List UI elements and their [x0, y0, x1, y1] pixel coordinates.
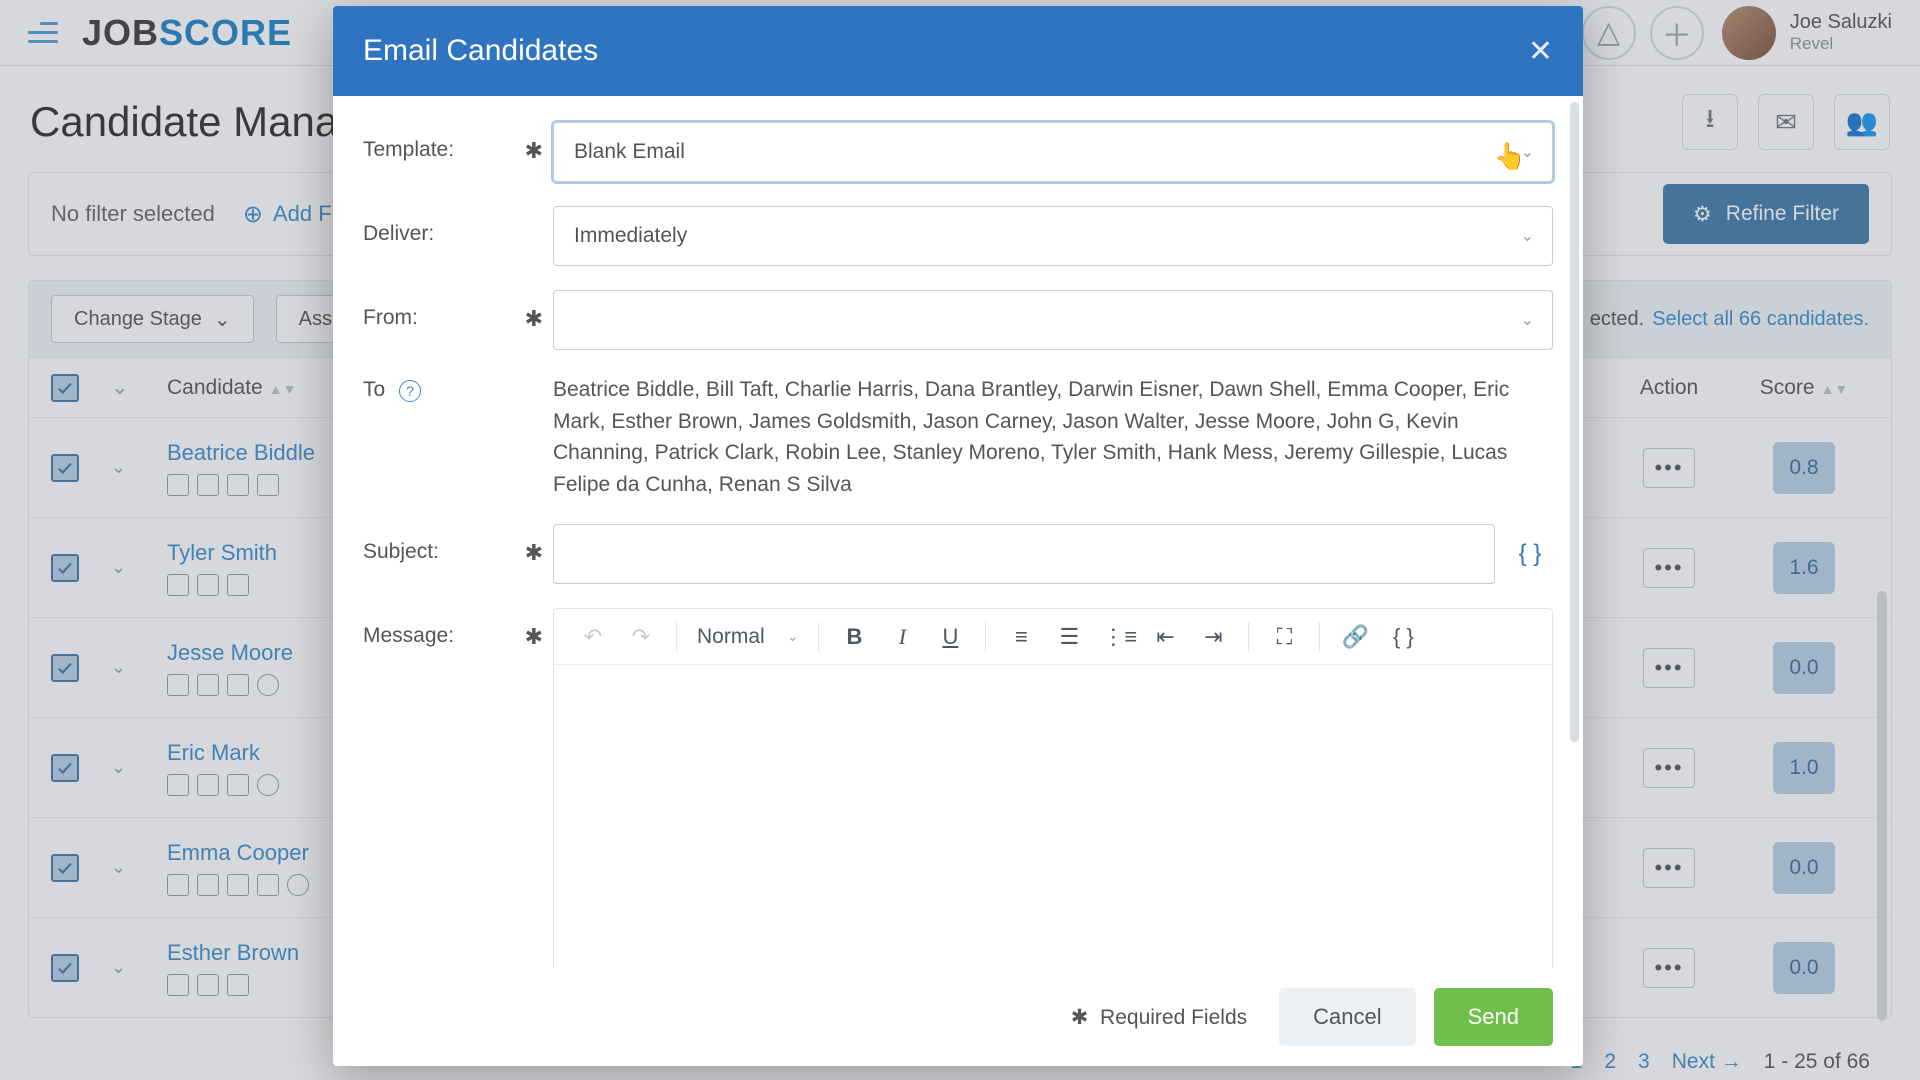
- chevron-down-icon: ⌄: [1521, 226, 1534, 246]
- underline-icon[interactable]: U: [935, 624, 965, 650]
- field-template: Template: ✱ Blank Email ⌄ 👆: [363, 122, 1553, 182]
- outdent-icon[interactable]: ⇤: [1150, 624, 1180, 650]
- deliver-value: Immediately: [574, 224, 687, 248]
- required-icon: ✱: [525, 306, 543, 332]
- insert-variable-icon[interactable]: { }: [1507, 531, 1553, 577]
- close-icon[interactable]: ✕: [1528, 34, 1553, 69]
- field-subject: Subject: ✱ { }: [363, 524, 1553, 584]
- undo-icon[interactable]: ↶: [578, 624, 608, 650]
- field-to: To ? Beatrice Biddle, Bill Taft, Charlie…: [363, 374, 1553, 500]
- italic-icon[interactable]: I: [887, 624, 917, 650]
- modal-header: Email Candidates ✕: [333, 6, 1583, 96]
- field-deliver: Deliver: Immediately ⌄: [363, 206, 1553, 266]
- field-from: From: ✱ ⌄: [363, 290, 1553, 350]
- modal-title: Email Candidates: [363, 34, 598, 68]
- template-value: Blank Email: [574, 140, 685, 164]
- redo-icon[interactable]: ↷: [626, 624, 656, 650]
- label-to: To: [363, 378, 385, 401]
- email-candidates-modal: Email Candidates ✕ Template: ✱ Blank Emai…: [333, 6, 1583, 1066]
- link-icon[interactable]: 🔗: [1340, 624, 1370, 650]
- from-select[interactable]: ⌄: [553, 290, 1553, 350]
- chevron-down-icon: ⌄: [1521, 310, 1534, 330]
- label-template: Template:: [363, 138, 454, 161]
- required-icon: ✱: [525, 138, 543, 164]
- chevron-down-icon: ⌄: [787, 628, 799, 645]
- help-icon[interactable]: ?: [399, 380, 421, 402]
- field-message: Message: ✱ ↶ ↷ Normal ⌄: [363, 608, 1553, 968]
- required-icon: ✱: [525, 624, 543, 650]
- modal-footer: ✱ Required Fields Cancel Send: [333, 968, 1583, 1066]
- unordered-list-icon[interactable]: ⋮≡: [1102, 624, 1132, 650]
- message-textarea[interactable]: [554, 665, 1552, 968]
- deliver-select[interactable]: Immediately ⌄: [553, 206, 1553, 266]
- label-message: Message:: [363, 624, 454, 647]
- template-select[interactable]: Blank Email ⌄ 👆: [553, 122, 1553, 182]
- insert-variable-icon[interactable]: { }: [1388, 624, 1418, 650]
- send-button[interactable]: Send: [1434, 988, 1553, 1046]
- fullscreen-icon[interactable]: ⛶: [1269, 624, 1299, 650]
- editor-toolbar: ↶ ↷ Normal ⌄ B I: [554, 609, 1552, 665]
- message-editor: ↶ ↷ Normal ⌄ B I: [553, 608, 1553, 968]
- align-left-icon[interactable]: ≡: [1006, 624, 1036, 650]
- cursor-icon: 👆: [1494, 141, 1526, 172]
- cancel-button[interactable]: Cancel: [1279, 988, 1415, 1046]
- scrollbar[interactable]: [1570, 102, 1579, 742]
- subject-input[interactable]: [553, 524, 1495, 584]
- modal-body: Template: ✱ Blank Email ⌄ 👆 Deliver: Imme…: [333, 96, 1583, 968]
- paragraph-style-select[interactable]: Normal ⌄: [697, 625, 798, 649]
- ordered-list-icon[interactable]: ☰: [1054, 624, 1084, 650]
- required-note: ✱ Required Fields: [1071, 1005, 1247, 1030]
- label-deliver: Deliver:: [363, 222, 434, 245]
- required-icon: ✱: [525, 540, 543, 566]
- paragraph-style-value: Normal: [697, 625, 765, 649]
- bold-icon[interactable]: B: [839, 624, 869, 650]
- label-from: From:: [363, 306, 418, 329]
- to-recipients: Beatrice Biddle, Bill Taft, Charlie Harr…: [553, 374, 1553, 500]
- label-subject: Subject:: [363, 540, 439, 563]
- indent-icon[interactable]: ⇥: [1198, 624, 1228, 650]
